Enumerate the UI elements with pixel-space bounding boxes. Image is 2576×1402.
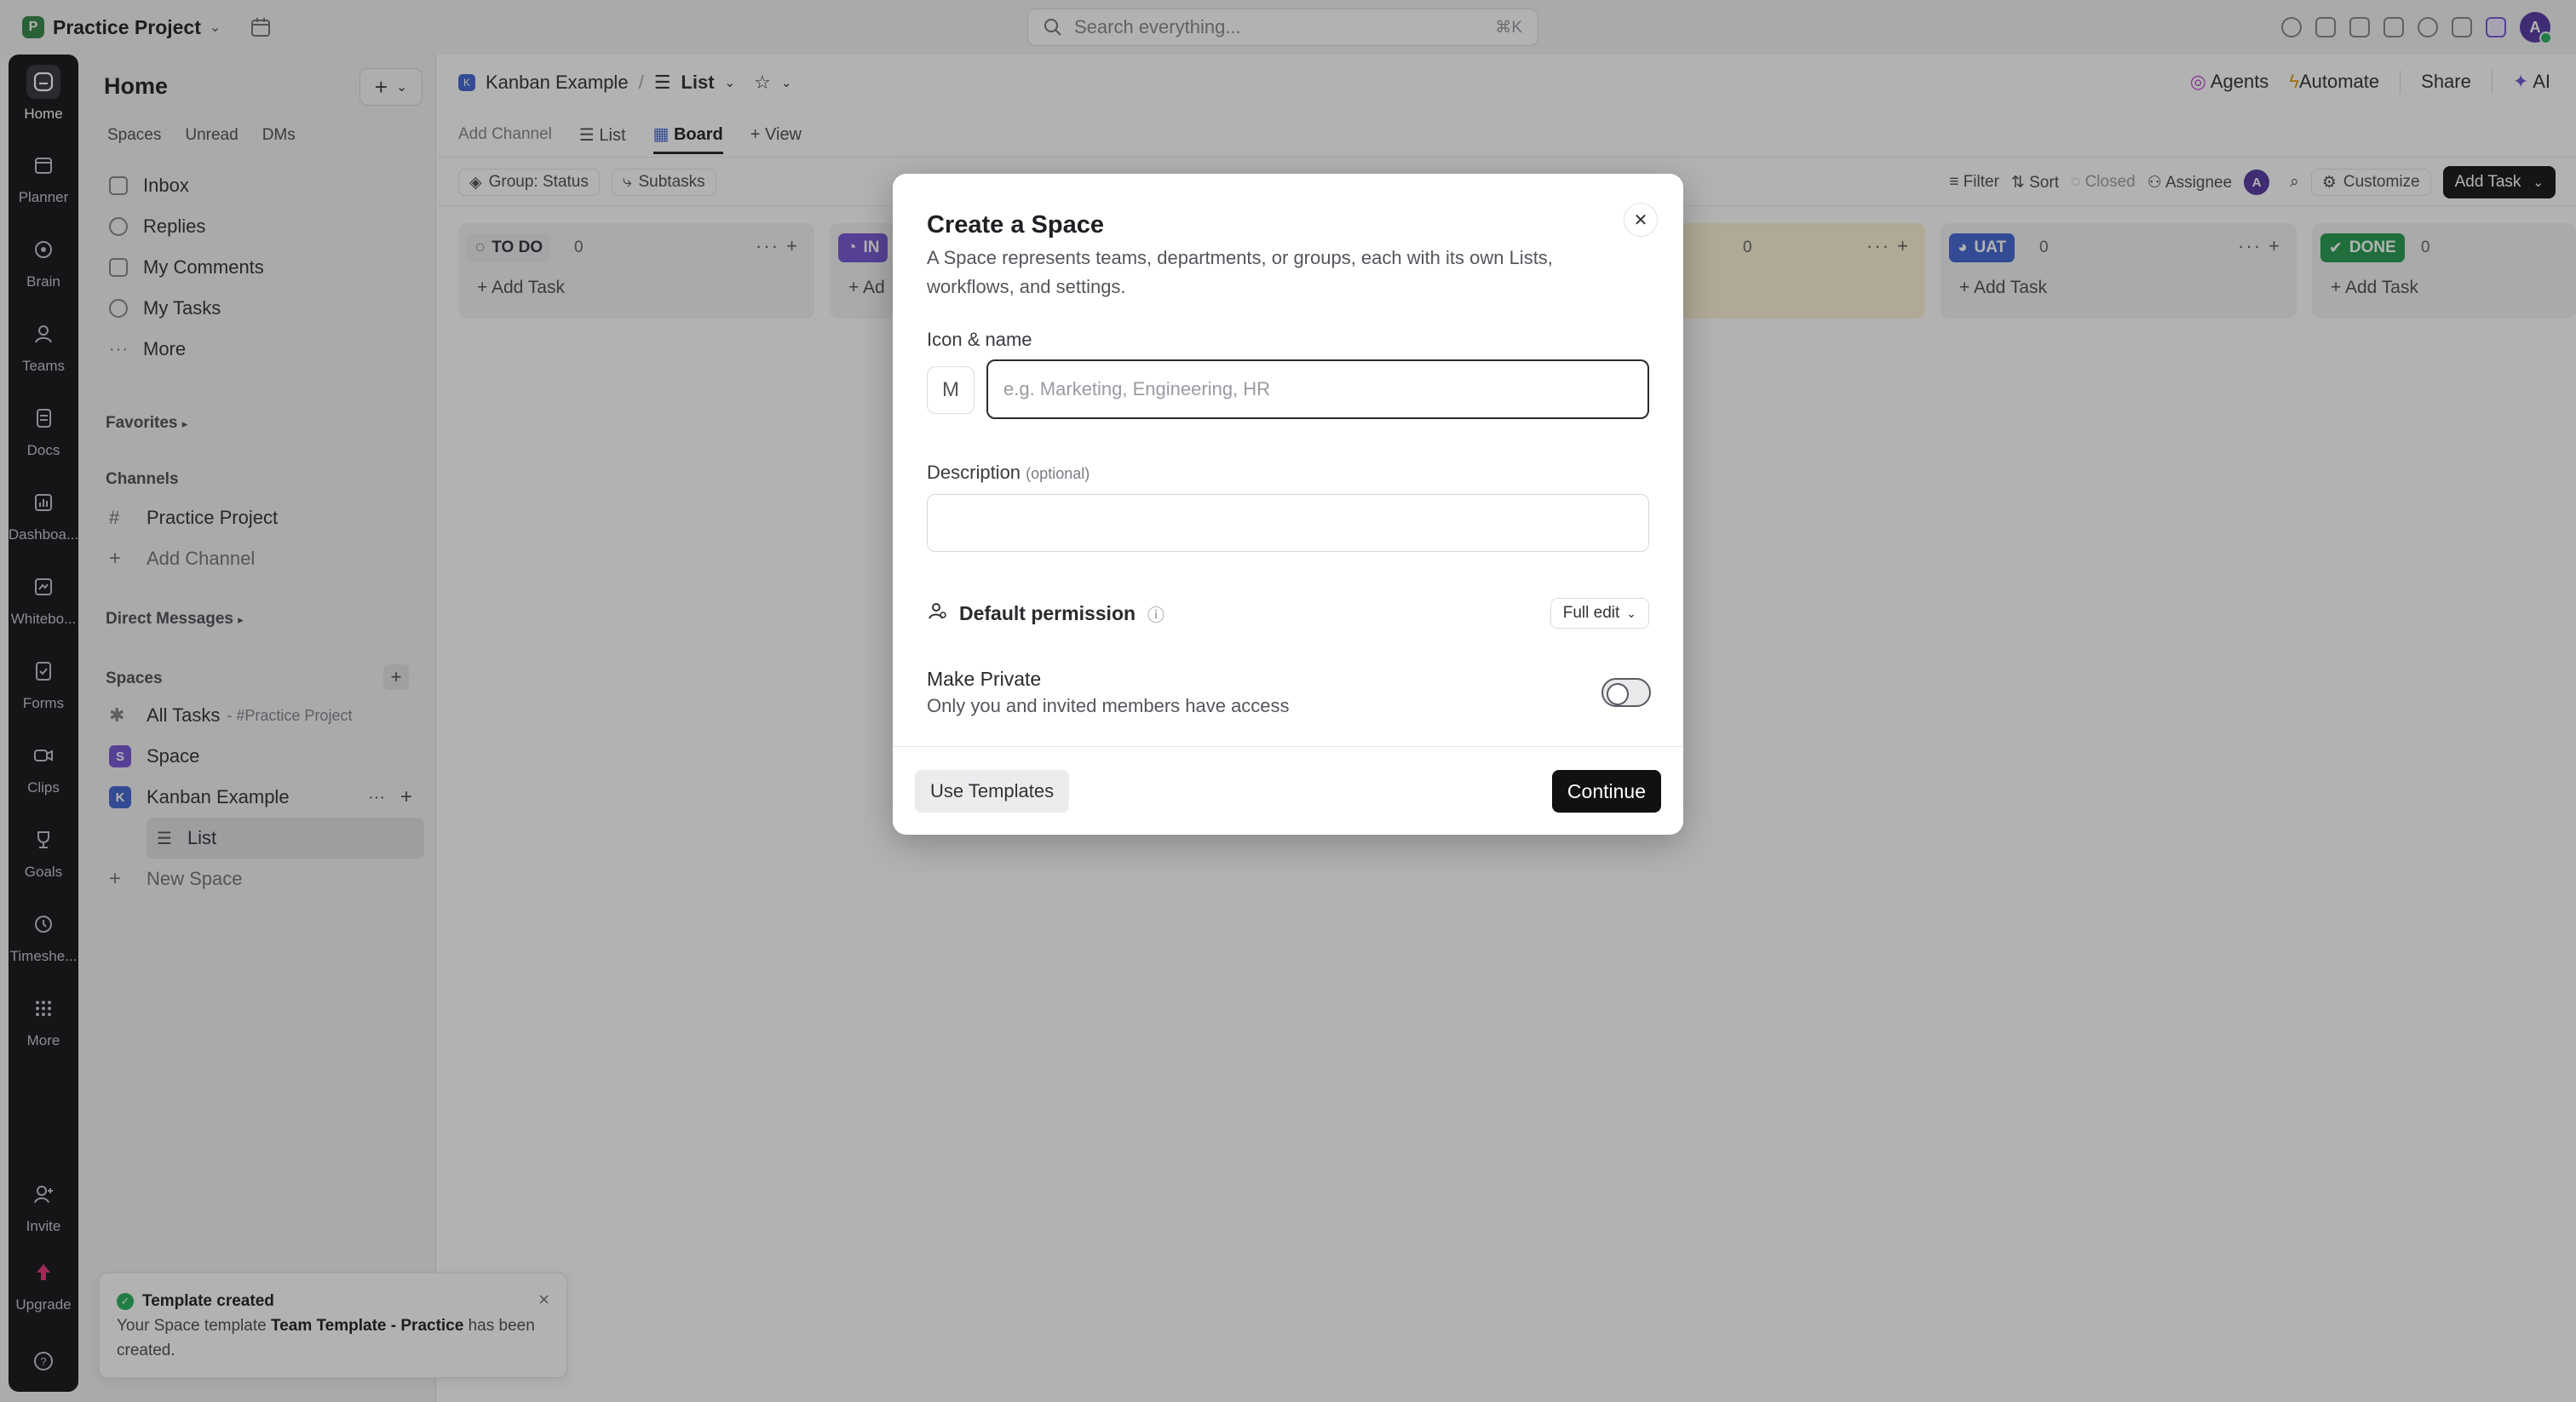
permission-value: Full edit bbox=[1562, 604, 1620, 622]
info-icon[interactable]: ⓘ bbox=[1147, 601, 1164, 626]
optional-hint: (optional) bbox=[1026, 465, 1090, 482]
continue-button[interactable]: Continue bbox=[1551, 770, 1661, 813]
make-private-title: Make Private bbox=[927, 668, 1042, 690]
description-label-text: Description bbox=[927, 462, 1021, 483]
permission-label: Default permission bbox=[959, 601, 1136, 624]
modal-title: Create a Space bbox=[927, 211, 1104, 238]
description-label: Description (optional) bbox=[927, 462, 1090, 484]
space-name-input[interactable] bbox=[986, 359, 1649, 419]
chevron-down-icon: ⌄ bbox=[1626, 606, 1636, 620]
permission-user-icon bbox=[927, 600, 947, 626]
use-templates-button[interactable]: Use Templates bbox=[915, 770, 1070, 813]
description-input[interactable] bbox=[927, 494, 1649, 552]
create-space-modal: Create a Space ✕ A Space represents team… bbox=[893, 174, 1683, 835]
permission-select[interactable]: Full edit ⌄ bbox=[1550, 598, 1649, 629]
icon-name-label: Icon & name bbox=[927, 329, 1032, 350]
make-private-description: Only you and invited members have access bbox=[927, 695, 1290, 716]
modal-divider bbox=[893, 746, 1683, 747]
modal-subtitle: A Space represents teams, departments, o… bbox=[927, 247, 1553, 297]
space-icon-picker[interactable]: M bbox=[927, 366, 975, 414]
default-permission-row: Default permission ⓘ Full edit ⌄ bbox=[927, 596, 1649, 630]
make-private-toggle[interactable] bbox=[1601, 678, 1651, 707]
close-icon[interactable]: ✕ bbox=[1624, 203, 1658, 237]
